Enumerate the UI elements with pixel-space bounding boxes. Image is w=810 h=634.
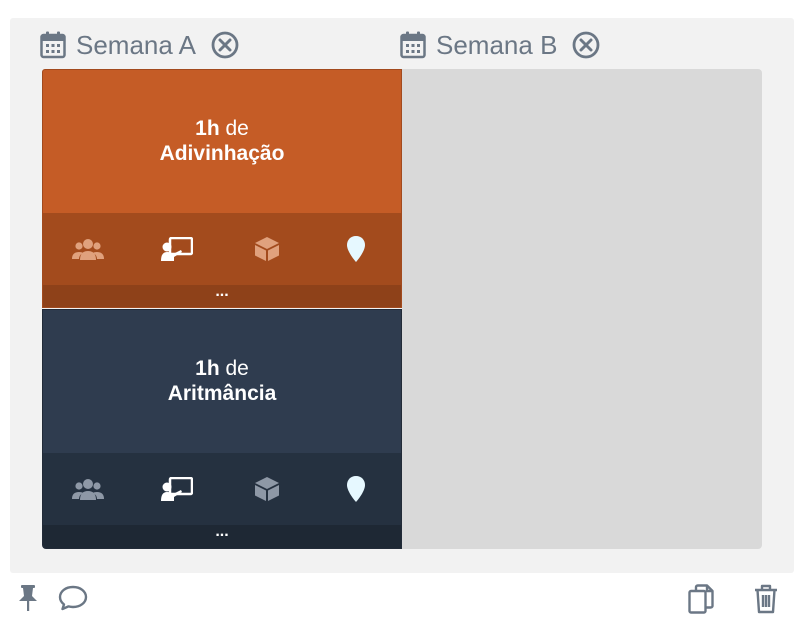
- lesson-hours: 1h: [195, 117, 220, 140]
- lesson-icon-row: [43, 453, 401, 525]
- teacher-icon[interactable]: [133, 237, 223, 261]
- lesson-more[interactable]: ...: [43, 284, 401, 307]
- week-a-column[interactable]: 1h de Adivinhação ... 1h de Aritmância .…: [42, 69, 402, 549]
- calendar-icon: [400, 31, 426, 59]
- box-icon[interactable]: [222, 236, 312, 262]
- close-circle-icon[interactable]: [210, 30, 240, 60]
- trash-icon[interactable]: [754, 584, 778, 619]
- footer-left-actions: [16, 584, 88, 617]
- comment-icon[interactable]: [58, 585, 88, 616]
- schedule-panel: Semana A Semana B 1h de Adivinhação ... …: [10, 18, 794, 573]
- calendar-icon: [40, 31, 66, 59]
- box-icon[interactable]: [222, 476, 312, 502]
- lesson-card[interactable]: 1h de Aritmância ...: [42, 309, 402, 549]
- copy-icon[interactable]: [688, 584, 714, 619]
- week-b-header: Semana B: [400, 28, 601, 62]
- group-icon[interactable]: [43, 238, 133, 260]
- week-b-label: Semana B: [436, 29, 558, 60]
- lesson-connector: de: [225, 357, 249, 380]
- lesson-connector: de: [225, 117, 249, 140]
- week-a-label: Semana A: [76, 29, 196, 60]
- group-icon[interactable]: [43, 478, 133, 500]
- lesson-hours: 1h: [195, 357, 220, 380]
- teacher-icon[interactable]: [133, 477, 223, 501]
- lesson-subject: Adivinhação: [159, 142, 285, 165]
- lesson-more[interactable]: ...: [43, 524, 401, 548]
- location-icon[interactable]: [312, 235, 402, 263]
- lesson-title: 1h de Adivinhação: [43, 116, 401, 166]
- lesson-card[interactable]: 1h de Adivinhação ...: [42, 69, 402, 308]
- lesson-subject: Aritmância: [167, 382, 277, 405]
- pin-icon[interactable]: [16, 584, 40, 617]
- location-icon[interactable]: [312, 475, 402, 503]
- lesson-title: 1h de Aritmância: [43, 356, 401, 406]
- close-circle-icon[interactable]: [571, 30, 601, 60]
- footer-right-actions: [688, 584, 778, 619]
- week-b-column[interactable]: [402, 69, 762, 549]
- week-a-header: Semana A: [40, 28, 240, 62]
- lesson-icon-row: [43, 213, 401, 285]
